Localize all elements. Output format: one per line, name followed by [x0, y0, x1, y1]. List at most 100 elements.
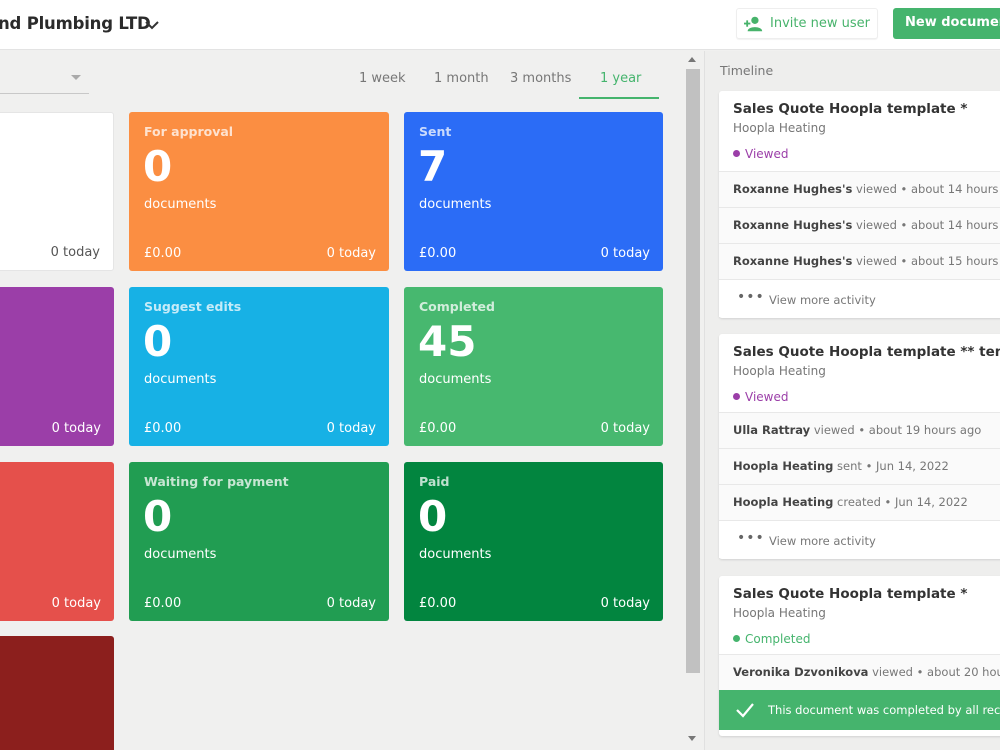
view-more-activity[interactable]: ••• View more activity: [719, 279, 1000, 317]
card-today: 0 today: [600, 421, 650, 436]
view-more-label[interactable]: View more activity: [769, 534, 876, 548]
activity-detail: sent • Jun 14, 2022: [833, 459, 949, 473]
card-amount: £0.00: [144, 421, 182, 436]
timeline-doc-company: Hoopla Heating: [733, 121, 826, 135]
card-title: Completed: [419, 299, 495, 314]
timeline-panel: Timeline Sales Quote Hoopla template * H…: [704, 51, 1000, 750]
status-dot-icon: [733, 393, 740, 400]
activity-actor: Veronika Dzvonikova: [733, 665, 869, 679]
timeline-title: Timeline: [720, 63, 774, 78]
new-document-label: New document: [905, 15, 1000, 30]
card-today: 0 today: [51, 596, 101, 611]
timeline-doc-title[interactable]: Sales Quote Hoopla template *: [733, 101, 967, 117]
activity-row: Hoopla Heating sent • Jun 14, 2022: [719, 448, 1000, 484]
status-dot-icon: [733, 150, 740, 157]
card-title: Suggest edits: [144, 299, 242, 314]
scroll-down-arrow-icon[interactable]: [688, 736, 696, 741]
card-count: 0: [143, 142, 173, 191]
tab-1-month[interactable]: 1 month: [434, 71, 489, 86]
tab-1-week[interactable]: 1 week: [359, 71, 406, 86]
card-title: Sent: [419, 124, 452, 139]
card-amount: £0.00: [419, 246, 457, 261]
tab-3-months[interactable]: 3 months: [510, 71, 571, 86]
timeline-item[interactable]: Sales Quote Hoopla template ** template …: [719, 334, 1000, 559]
card-sent[interactable]: Sent 7 documents £0.00 0 today: [404, 112, 663, 271]
activity-actor: Roxanne Hughes's: [733, 218, 853, 232]
scroll-up-arrow-icon[interactable]: [688, 57, 696, 62]
card-today: 0 today: [326, 596, 376, 611]
card-paid[interactable]: Paid 0 documents £0.00 0 today: [404, 462, 663, 621]
card-completed[interactable]: Completed 45 documents £0.00 0 today: [404, 287, 663, 446]
activity-detail: viewed • about 14 hours ago: [856, 218, 1000, 232]
card-count: 45: [418, 317, 477, 366]
new-document-button[interactable]: New document: [893, 8, 1000, 39]
card-count: 0: [143, 492, 173, 541]
scrollbar-thumb[interactable]: [686, 69, 700, 673]
card-suggest-edits[interactable]: Suggest edits 0 documents £0.00 0 today: [129, 287, 389, 446]
completion-banner-text: This document was completed by all recip…: [768, 703, 1000, 717]
timeline-doc-company: Hoopla Heating: [733, 364, 826, 378]
activity-actor: Roxanne Hughes's: [733, 182, 853, 196]
activity-detail: viewed • about 20 hours ago: [872, 665, 1000, 679]
card-docs-label: documents: [144, 547, 217, 562]
card-today: 0 today: [600, 246, 650, 261]
card-viewed[interactable]: 0 today: [0, 287, 114, 446]
status-label: Viewed: [745, 147, 789, 161]
activity-detail: created • Jun 14, 2022: [833, 495, 968, 509]
card-amount: £0.00: [419, 596, 457, 611]
more-dots-icon: •••: [737, 530, 765, 546]
timeline-doc-title[interactable]: Sales Quote Hoopla template *: [733, 586, 967, 602]
timeline-item[interactable]: Sales Quote Hoopla template * Hoopla Hea…: [719, 576, 1000, 736]
card-amount: £0.00: [144, 596, 182, 611]
timeline-doc-company: Hoopla Heating: [733, 606, 826, 620]
tab-1-year[interactable]: 1 year: [600, 71, 641, 86]
status-label: Completed: [745, 632, 811, 646]
activity-actor: Hoopla Heating: [733, 459, 834, 473]
timeline-item[interactable]: Sales Quote Hoopla template * Hoopla Hea…: [719, 91, 1000, 318]
card-docs-label: documents: [144, 372, 217, 387]
view-more-label[interactable]: View more activity: [769, 293, 876, 307]
status-label: Viewed: [745, 390, 789, 404]
activity-row: Ulla Rattray viewed • about 19 hours ago: [719, 412, 1000, 448]
status-badge: Completed: [733, 632, 810, 646]
card-expired[interactable]: [0, 636, 114, 750]
card-today: 0 today: [600, 596, 650, 611]
card-today: 0 today: [51, 421, 101, 436]
caret-down-icon[interactable]: [71, 75, 81, 80]
activity-detail: viewed • about 19 hours ago: [810, 423, 982, 437]
timeline-doc-title[interactable]: Sales Quote Hoopla template ** template: [733, 344, 1000, 360]
company-switcher[interactable]: nd Plumbing LTD: [0, 14, 159, 33]
top-header: nd Plumbing LTD Invite new user New docu…: [0, 0, 1000, 50]
card-docs-label: documents: [419, 547, 492, 562]
card-title: Paid: [419, 474, 450, 489]
pipeline-select[interactable]: [0, 93, 89, 94]
activity-actor: Roxanne Hughes's: [733, 254, 853, 268]
card-declined[interactable]: 0 today: [0, 462, 114, 621]
company-name: nd Plumbing LTD: [0, 14, 151, 33]
active-tab-indicator: [579, 97, 659, 99]
add-user-icon: [744, 16, 763, 32]
activity-actor: Ulla Rattray: [733, 423, 811, 437]
status-badge: Viewed: [733, 390, 788, 404]
view-more-activity[interactable]: ••• View more activity: [719, 520, 1000, 558]
card-today: 0 today: [50, 245, 100, 260]
card-count: 0: [418, 492, 448, 541]
activity-row: Hoopla Heating created • Jun 14, 2022: [719, 484, 1000, 520]
invite-user-button[interactable]: Invite new user: [736, 8, 878, 39]
card-title: For approval: [144, 124, 234, 139]
more-dots-icon: •••: [737, 289, 765, 305]
card-draft[interactable]: 0 today: [0, 112, 114, 271]
card-count: 7: [418, 142, 448, 191]
card-today: 0 today: [326, 421, 376, 436]
status-dot-icon: [733, 635, 740, 642]
activity-row: Roxanne Hughes's viewed • about 14 hours…: [719, 207, 1000, 243]
completion-banner: This document was completed by all recip…: [719, 690, 1000, 730]
activity-row: Veronika Dzvonikova viewed • about 20 ho…: [719, 654, 1000, 690]
chevron-down-icon: [145, 21, 159, 30]
card-for-approval[interactable]: For approval 0 documents £0.00 0 today: [129, 112, 389, 271]
card-title: Waiting for payment: [144, 474, 289, 489]
card-waiting-for-payment[interactable]: Waiting for payment 0 documents £0.00 0 …: [129, 462, 389, 621]
card-amount: £0.00: [144, 246, 182, 261]
card-docs-label: documents: [144, 197, 217, 212]
status-badge: Viewed: [733, 147, 788, 161]
